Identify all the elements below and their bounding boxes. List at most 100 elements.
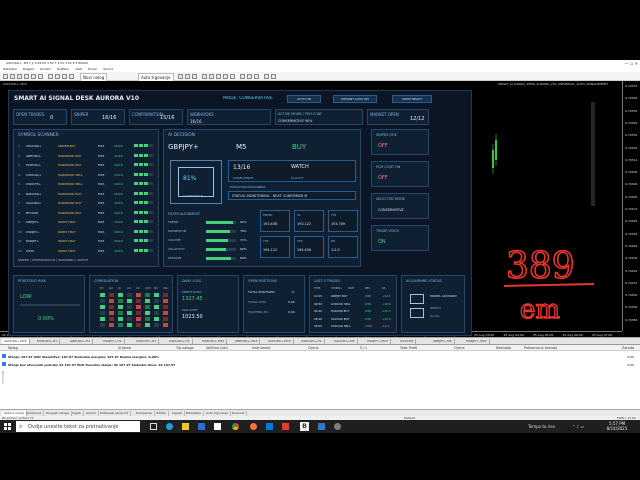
clock-date[interactable]: 8/14/2025 bbox=[602, 426, 632, 431]
scanner-timeframe: M15 bbox=[98, 153, 105, 158]
instant-lock-button[interactable]: INSTANT LOCK ON bbox=[333, 95, 377, 103]
scanner-strength-block bbox=[139, 182, 143, 185]
selected-mode-label: SELECTED MODE bbox=[376, 197, 405, 201]
market-watch-icon[interactable] bbox=[17, 74, 22, 79]
last-trade-cell: 09:50 bbox=[314, 301, 323, 306]
edge-icon[interactable] bbox=[166, 423, 173, 430]
settings-icon[interactable] bbox=[334, 423, 341, 430]
terminal-column-header[interactable]: Naknada bbox=[496, 346, 511, 350]
terminal-column-header[interactable]: Nalog bbox=[8, 346, 18, 350]
editor-icon[interactable] bbox=[48, 74, 53, 79]
scanner-row[interactable]: 4 USDCAD+ HARMONIC SELL M15 16/16 bbox=[18, 171, 155, 179]
ai-level-label: TP2 bbox=[263, 239, 269, 243]
candle-chart-icon[interactable] bbox=[185, 74, 190, 79]
terminal-column-header[interactable]: Take Profit bbox=[400, 346, 417, 350]
scanner-row[interactable]: 8 BTCUSD HARMONIC BUY M15 16/16 bbox=[18, 209, 155, 217]
scanner-score: 16/16 bbox=[114, 182, 123, 186]
firefox-icon[interactable] bbox=[250, 423, 257, 430]
refresh-icon[interactable] bbox=[69, 74, 74, 79]
execution-label: EXECUTION READINESS bbox=[230, 185, 266, 189]
correlation-cell bbox=[127, 299, 132, 303]
word-icon[interactable] bbox=[318, 423, 325, 430]
terminal-balance-row-2: Stanje bez otvorenih pozicija: 92 107.97… bbox=[8, 363, 176, 367]
history-icon[interactable] bbox=[55, 74, 60, 79]
weather-text[interactable]: Tempo to rise bbox=[528, 424, 555, 429]
menu-tools[interactable]: Alati bbox=[75, 67, 82, 71]
scanner-row[interactable]: 12 US30 WATCH BUY M15 16/16 bbox=[18, 247, 155, 255]
menu-view[interactable]: Pregled bbox=[23, 67, 34, 71]
profiles-icon[interactable] bbox=[10, 74, 15, 79]
last-trades-header: P/L bbox=[382, 287, 386, 290]
menu-window[interactable]: Prozor bbox=[88, 67, 97, 71]
new-chart-icon[interactable] bbox=[3, 74, 8, 79]
menu-insert[interactable]: Umetni bbox=[40, 67, 51, 71]
scanner-row[interactable]: 7 XAUUSD+ HARMONIC BUY M15 16/16 bbox=[18, 199, 155, 207]
crosshair-icon[interactable] bbox=[271, 74, 276, 79]
scanner-strength-block bbox=[144, 248, 148, 252]
windows-start-icon[interactable] bbox=[4, 423, 11, 430]
terminal-column-header[interactable]: Cijena bbox=[308, 346, 319, 350]
window-controls[interactable]: — ☐ ✕ bbox=[625, 61, 638, 66]
correlation-cell bbox=[136, 317, 141, 321]
chrome-icon[interactable] bbox=[232, 423, 239, 430]
sniper-fire-value[interactable]: OFF bbox=[378, 143, 388, 149]
correlation-cell bbox=[163, 305, 168, 309]
scanner-row[interactable]: 5 USDCHF+ HARMONIC SELL M15 16/16 bbox=[18, 180, 155, 188]
confidence-inner bbox=[178, 167, 214, 197]
scanner-index: 2 bbox=[18, 153, 20, 158]
terminal-column-header[interactable]: Veličina (Lot) bbox=[206, 346, 228, 350]
strategy-tester-icon[interactable] bbox=[38, 74, 43, 79]
scanner-row[interactable]: 6 NZDUSD+ HARMONIC BUY M15 16/16 bbox=[18, 190, 155, 198]
indicators-icon[interactable] bbox=[240, 74, 245, 79]
terminal-column-header[interactable]: Instrument bbox=[252, 346, 271, 350]
taskbar-search[interactable]: ⌕ Ovdje unesite tekst za pretraživanje bbox=[16, 421, 140, 432]
scanner-row[interactable]: 2 GBPUSD+ HARMONIC BUY M15 16/16 bbox=[18, 152, 155, 160]
terminal-column-header[interactable]: Prekonocna kamata bbox=[524, 346, 557, 350]
terminal-column-header[interactable]: Tip naloga bbox=[176, 346, 194, 350]
media-icon[interactable] bbox=[282, 423, 289, 430]
signal-desk-dashboard: SMART AI SIGNAL DESK AURORA V10 MODE: CO… bbox=[8, 90, 472, 336]
zoom-in-icon[interactable] bbox=[202, 74, 207, 79]
terminal-column-header[interactable]: Cijena bbox=[454, 346, 465, 350]
line-chart-icon[interactable] bbox=[192, 74, 197, 79]
chart-shift-icon[interactable] bbox=[230, 74, 235, 79]
tile-icon[interactable] bbox=[216, 74, 221, 79]
menu-help[interactable]: Pomoć bbox=[103, 67, 113, 71]
scanner-row[interactable]: 3 EURUSD+ HARMONIC BUY M15 16/16 bbox=[18, 161, 155, 169]
tray-icons[interactable]: ⌃ ♪ ▭ bbox=[572, 424, 584, 429]
scanner-row[interactable]: 9 GBPJPY+ WATCH BUY M15 16/16 bbox=[18, 218, 155, 226]
task-view-icon[interactable] bbox=[150, 423, 157, 430]
autoscroll-icon[interactable] bbox=[223, 74, 228, 79]
bar-chart-icon[interactable] bbox=[178, 74, 183, 79]
selected-mode-value[interactable]: CONSERVATIVE bbox=[378, 208, 404, 212]
templates-icon[interactable] bbox=[254, 74, 259, 79]
max-limit-label: MAX LIMIT bbox=[182, 308, 198, 312]
scanner-timeframe: M15 bbox=[98, 144, 105, 148]
periods-icon[interactable] bbox=[247, 74, 252, 79]
mail-icon[interactable] bbox=[214, 423, 221, 430]
menu-file[interactable]: Datoteka bbox=[3, 67, 17, 71]
terminal-icon[interactable] bbox=[31, 74, 36, 79]
file-explorer-icon[interactable] bbox=[182, 423, 189, 430]
options-icon[interactable] bbox=[62, 74, 67, 79]
trading-app-icon[interactable]: B bbox=[300, 422, 309, 431]
scanner-strength-block bbox=[134, 201, 138, 204]
outlook-icon[interactable] bbox=[266, 423, 273, 430]
auto-on-button[interactable]: AUTO ON bbox=[287, 95, 321, 103]
search-icon: ⌕ bbox=[19, 423, 23, 430]
trade-voice-value[interactable]: ON bbox=[378, 239, 386, 245]
terminal-column-header[interactable]: Vrijeme bbox=[118, 346, 131, 350]
zoom-out-icon[interactable] bbox=[209, 74, 214, 79]
scanner-row[interactable]: 11 EURJPY+ WATCH BUY M15 16/16 bbox=[18, 237, 155, 245]
terminal-column-header[interactable]: Zarada bbox=[622, 346, 634, 350]
scanner-row[interactable]: 1 AUDUSD+ SNIPER BUY M15 16/16 bbox=[18, 142, 155, 150]
scanner-row[interactable]: 10 USDJPY+ WATCH BUY M15 16/16 bbox=[18, 228, 155, 236]
navigator-icon[interactable] bbox=[24, 74, 29, 79]
voice-ready-button[interactable]: VOICE READY bbox=[392, 95, 432, 103]
cursor-icon[interactable] bbox=[264, 74, 269, 79]
menu-chart[interactable]: Grafikon bbox=[57, 67, 70, 71]
store-icon[interactable] bbox=[198, 423, 205, 430]
alignment-value: 92% bbox=[240, 220, 247, 224]
terminal-column-header[interactable]: S / L bbox=[360, 346, 367, 350]
pcm-value[interactable]: OFF bbox=[378, 175, 388, 181]
